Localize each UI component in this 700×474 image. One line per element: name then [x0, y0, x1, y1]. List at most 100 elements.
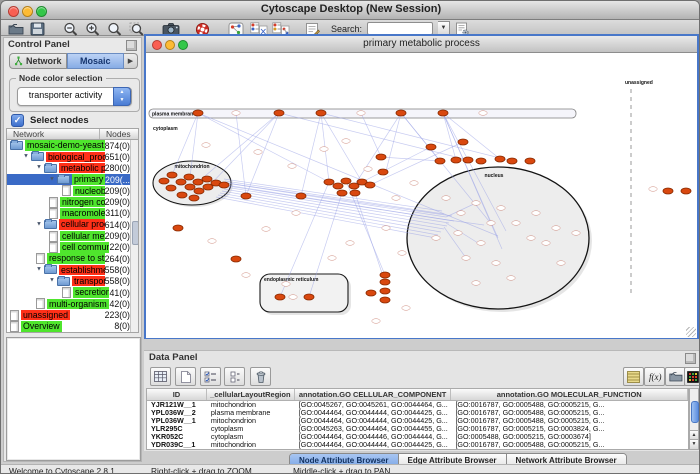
tree-expander-icon[interactable]: ▼ — [36, 266, 42, 272]
network-edge[interactable] — [246, 113, 279, 196]
network-node-small[interactable] — [410, 181, 418, 186]
network-node[interactable] — [241, 193, 251, 199]
table-scrollbar[interactable]: ▲ ▼ — [689, 388, 699, 450]
table-column-header[interactable]: ID — [147, 389, 207, 400]
network-window-titlebar[interactable]: primary metabolic process — [146, 36, 697, 53]
network-node[interactable] — [166, 185, 176, 191]
tree-row[interactable]: nitrogen compo209(0) — [7, 196, 138, 207]
network-node-small[interactable] — [507, 276, 515, 281]
network-edge[interactable] — [224, 189, 447, 226]
select-attributes-button[interactable] — [150, 367, 171, 386]
network-node[interactable] — [438, 110, 448, 116]
network-node[interactable] — [177, 192, 187, 198]
tab-network[interactable]: Network — [9, 53, 67, 69]
network-node-small[interactable] — [497, 206, 505, 211]
network-node-small[interactable] — [382, 226, 390, 231]
tree-scrollbar-thumb[interactable] — [132, 221, 139, 245]
network-node-small[interactable] — [649, 187, 657, 192]
resize-grip[interactable] — [686, 327, 696, 337]
tree-row[interactable]: Overview8(0) — [7, 321, 138, 332]
tree-row[interactable]: nucleobase-209(0) — [7, 185, 138, 196]
tree-row[interactable]: secretion41(0) — [7, 287, 138, 298]
network-node-small[interactable] — [442, 196, 450, 201]
tree-header-nodes[interactable]: Nodes — [100, 129, 131, 139]
heatmap-button[interactable] — [684, 367, 700, 386]
network-node-small[interactable] — [232, 111, 240, 116]
network-node[interactable] — [275, 294, 285, 300]
network-node[interactable] — [296, 193, 306, 199]
network-node[interactable] — [376, 154, 386, 160]
network-node-small[interactable] — [346, 241, 354, 246]
network-node[interactable] — [189, 195, 199, 201]
attribute-list-button[interactable] — [623, 367, 644, 386]
network-node-small[interactable] — [527, 236, 535, 241]
network-node[interactable] — [173, 225, 183, 231]
zoom-fit-icon[interactable] — [107, 22, 124, 36]
network-node[interactable] — [507, 158, 517, 164]
network-node[interactable] — [476, 158, 486, 164]
open-session-icon[interactable] — [8, 22, 25, 36]
tree-row[interactable]: ▼primary metabo209(... — [7, 174, 138, 185]
network-node[interactable] — [365, 182, 375, 188]
network-node[interactable] — [274, 110, 284, 116]
network-edge[interactable] — [301, 113, 321, 196]
network-node-small[interactable] — [402, 306, 410, 311]
save-session-icon[interactable] — [30, 22, 47, 36]
tree-row[interactable]: ▼metabolic process280(0) — [7, 163, 138, 174]
network-node[interactable] — [194, 188, 204, 194]
select-all-attributes-button[interactable] — [200, 367, 221, 386]
network-node-small[interactable] — [479, 111, 487, 116]
network-edge[interactable] — [355, 193, 385, 282]
network-node-small[interactable] — [472, 201, 480, 206]
network-node-small[interactable] — [342, 139, 350, 144]
network-node[interactable] — [426, 144, 436, 150]
table-scrollbar-thumb[interactable] — [691, 401, 699, 423]
data-panel-float-icon[interactable] — [685, 353, 696, 364]
table-cell[interactable]: [GO:0016787, GO:0005488, GO:0005215, G..… — [451, 440, 688, 449]
function-builder-button[interactable]: f(x) — [644, 367, 665, 386]
network-node[interactable] — [304, 294, 314, 300]
network-node[interactable] — [396, 110, 406, 116]
network-node-small[interactable] — [454, 231, 462, 236]
network-edge[interactable] — [386, 113, 401, 171]
tree-expander-icon[interactable]: ▼ — [49, 278, 55, 284]
zoom-out-icon[interactable] — [63, 22, 80, 36]
network-node-small[interactable] — [457, 211, 465, 216]
network-edge[interactable] — [443, 113, 456, 160]
network-node-small[interactable] — [477, 241, 485, 246]
network-node-small[interactable] — [208, 239, 216, 244]
network-node[interactable] — [451, 157, 461, 163]
network-node[interactable] — [380, 297, 390, 303]
network-node[interactable] — [380, 288, 390, 294]
table-column-header[interactable]: annotation.GO MOLECULAR_FUNCTION — [451, 389, 688, 400]
network-node[interactable] — [167, 172, 177, 178]
tree-expander-icon[interactable]: ▼ — [23, 153, 29, 159]
network-node-small[interactable] — [282, 282, 290, 287]
network-node[interactable] — [324, 179, 334, 185]
network-node-small[interactable] — [254, 150, 262, 155]
network-node-small[interactable] — [492, 261, 500, 266]
table-cell[interactable]: [GO:0044464, GO:0044444, GO:0044425, G..… — [295, 440, 452, 449]
network-node[interactable] — [378, 169, 388, 175]
network-node-small[interactable] — [320, 147, 328, 152]
tree-row[interactable]: ▼establishment of lo558(0) — [7, 264, 138, 275]
network-node-small[interactable] — [398, 251, 406, 256]
network-node[interactable] — [681, 188, 691, 194]
network-node-small[interactable] — [532, 211, 540, 216]
network-node-small[interactable] — [487, 221, 495, 226]
scroll-down-arrow[interactable]: ▼ — [690, 439, 698, 449]
network-node[interactable] — [663, 188, 673, 194]
network-node-small[interactable] — [552, 226, 560, 231]
tree-row[interactable]: cell communicat22(0) — [7, 242, 138, 253]
network-edge[interactable] — [362, 147, 431, 182]
network-node-small[interactable] — [364, 167, 372, 172]
tree-row[interactable]: unassigned223(0) — [7, 309, 138, 320]
tab-mosaic[interactable]: Mosaic — [67, 53, 125, 69]
network-node[interactable] — [366, 290, 376, 296]
network-edge[interactable] — [361, 113, 381, 157]
network-node[interactable] — [333, 183, 343, 189]
network-node-small[interactable] — [512, 221, 520, 226]
network-node[interactable] — [463, 157, 473, 163]
network-node[interactable] — [176, 179, 186, 185]
delete-attribute-button[interactable] — [250, 367, 271, 386]
